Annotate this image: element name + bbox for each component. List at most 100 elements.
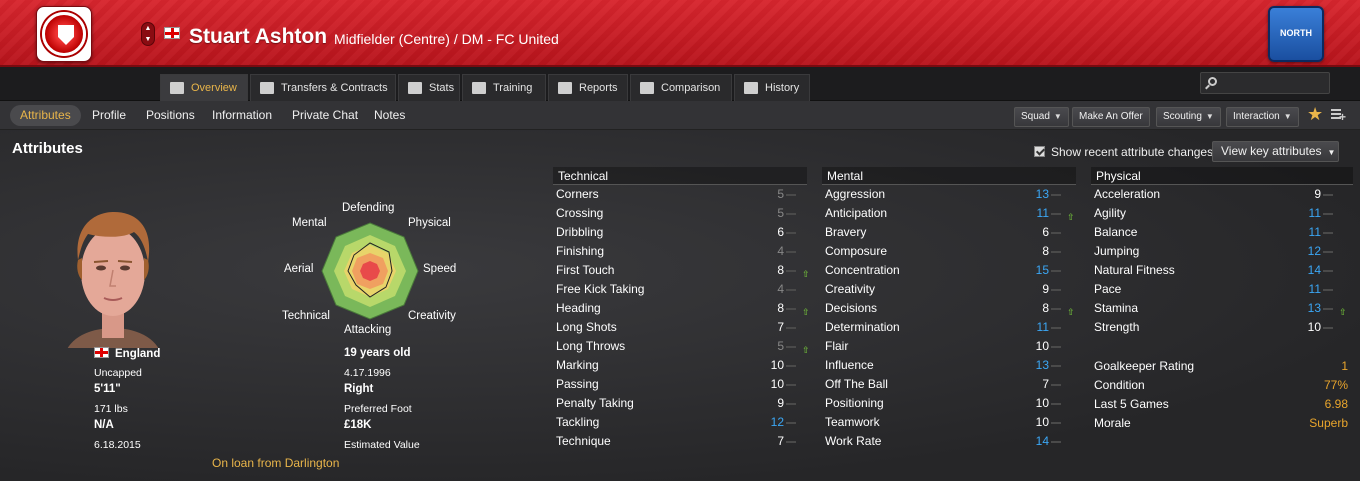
attribute-row[interactable]: Crossing 5 (553, 204, 807, 223)
tab-reports[interactable]: Reports (548, 74, 628, 101)
attribute-row[interactable]: Natural Fitness 14 (1091, 261, 1353, 280)
attribute-row[interactable]: Concentration 15 (822, 261, 1076, 280)
subnav-attributes[interactable]: Attributes (10, 105, 81, 126)
age: 19 years old (344, 347, 411, 359)
comparison-icon (640, 82, 654, 94)
tab-overview[interactable]: Overview (160, 74, 248, 101)
attribute-value: 7 (777, 434, 784, 448)
attribute-change-dash (786, 251, 796, 253)
attribute-value: 4 (777, 282, 784, 296)
attribute-row[interactable]: Free Kick Taking 4 (553, 280, 807, 299)
attribute-row[interactable]: Marking 10 (553, 356, 807, 375)
attribute-row[interactable]: First Touch 8 ⇧ (553, 261, 810, 280)
attribute-name: Long Shots (556, 320, 617, 334)
attribute-row[interactable]: Finishing 4 (553, 242, 807, 261)
tab-history[interactable]: History (734, 74, 810, 101)
make-offer-button[interactable]: Make An Offer (1072, 107, 1150, 127)
interaction-dropdown[interactable]: Interaction ▼ (1226, 107, 1299, 127)
player-switch-arrows[interactable]: ▲ ▼ (141, 22, 155, 46)
attribute-row[interactable]: Decisions 8 ⇧ (822, 299, 1076, 318)
attribute-value: 9 (1314, 187, 1321, 201)
league-badge-icon[interactable]: NORTH (1268, 6, 1324, 62)
up-arrow-icon[interactable]: ▲ (142, 23, 154, 34)
attribute-value: 11 (1308, 282, 1321, 296)
attribute-name: Corners (556, 187, 599, 201)
attribute-value: 7 (1042, 377, 1049, 391)
attribute-row[interactable]: Corners 5 (553, 185, 807, 204)
attribute-row[interactable]: Flair 10 (822, 337, 1076, 356)
attribute-row[interactable]: Work Rate 14 (822, 432, 1076, 451)
attribute-row[interactable]: Composure 8 (822, 242, 1076, 261)
attribute-row[interactable]: Passing 10 (553, 375, 807, 394)
tab-stats[interactable]: Stats (398, 74, 460, 101)
attribute-row[interactable]: Long Throws 5 ⇧ (553, 337, 810, 356)
player-position-club[interactable]: Midfielder (Centre) / DM - FC United (334, 31, 559, 47)
attribute-row[interactable]: Long Shots 7 (553, 318, 807, 337)
attribute-value: 12 (770, 415, 784, 429)
training-icon (472, 82, 486, 94)
attribute-row[interactable]: Last 5 Games 6.98 (1091, 395, 1353, 414)
attribute-row[interactable]: Influence 13 (822, 356, 1076, 375)
attribute-value: 6 (1042, 225, 1049, 239)
nationality[interactable]: England (94, 347, 160, 360)
subnav-profile[interactable]: Profile (82, 105, 136, 126)
tab-training[interactable]: Training (462, 74, 546, 101)
subnav-notes[interactable]: Notes (364, 105, 415, 126)
tab-comparison[interactable]: Comparison (630, 74, 732, 101)
attribute-name: Goalkeeper Rating (1094, 359, 1195, 373)
attribute-value: 13 (1035, 187, 1049, 201)
attribute-row[interactable]: Goalkeeper Rating 1 (1091, 357, 1353, 376)
club-badge-icon[interactable] (36, 6, 92, 62)
attribute-row[interactable]: Balance 11 (1091, 223, 1353, 242)
search-input[interactable] (1200, 72, 1330, 94)
attribute-change-dash (1323, 327, 1333, 329)
attribute-row[interactable]: Heading 8 ⇧ (553, 299, 810, 318)
attribute-row[interactable]: Off The Ball 7 (822, 375, 1076, 394)
attribute-row[interactable]: Acceleration 9 (1091, 185, 1353, 204)
attribute-name: Anticipation (825, 206, 888, 220)
checkbox-checked-icon[interactable] (1034, 146, 1045, 157)
attribute-change-dash (1323, 232, 1333, 234)
attribute-name: Creativity (825, 282, 876, 296)
scouting-dropdown[interactable]: Scouting ▼ (1156, 107, 1221, 127)
subnav-private-chat[interactable]: Private Chat (282, 105, 368, 126)
attribute-name: Teamwork (825, 415, 880, 429)
attribute-value: 14 (1035, 434, 1049, 448)
shortlist-star-icon[interactable]: ★ (1307, 104, 1323, 125)
attribute-row[interactable]: Determination 11 (822, 318, 1076, 337)
attribute-row[interactable]: Technique 7 (553, 432, 807, 451)
attribute-name: Marking (556, 358, 599, 372)
squad-dropdown[interactable]: Squad ▼ (1014, 107, 1069, 127)
attribute-row[interactable]: Creativity 9 (822, 280, 1076, 299)
subnav-information[interactable]: Information (202, 105, 282, 126)
attribute-row[interactable]: Aggression 13 (822, 185, 1076, 204)
attribute-change-dash (1051, 384, 1061, 386)
down-arrow-icon[interactable]: ▼ (142, 34, 154, 45)
attribute-row[interactable]: Dribbling 6 (553, 223, 807, 242)
attribute-row[interactable]: Teamwork 10 (822, 413, 1076, 432)
chevron-down-icon: ▼ (1327, 148, 1336, 157)
attribute-row[interactable]: Anticipation 11 ⇧ (822, 204, 1076, 223)
attribute-row[interactable]: Strength 10 (1091, 318, 1353, 337)
attribute-row[interactable]: Pace 11 (1091, 280, 1353, 299)
show-changes-checkbox[interactable]: Show recent attribute changes (1034, 145, 1213, 159)
attribute-change-dash (786, 289, 796, 291)
attribute-change-dash (1051, 327, 1061, 329)
attribute-row[interactable]: Stamina 13 ⇧ (1091, 299, 1353, 318)
attribute-name: Heading (556, 301, 601, 315)
view-key-attributes-dropdown[interactable]: View key attributes ▼ (1212, 141, 1339, 162)
attribute-row[interactable]: Agility 11 (1091, 204, 1353, 223)
attribute-row[interactable]: Penalty Taking 9 (553, 394, 807, 413)
scouting-label: Scouting (1163, 111, 1202, 122)
loan-status[interactable]: On loan from Darlington (212, 456, 339, 470)
attribute-change-dash (1323, 308, 1333, 310)
attribute-row[interactable]: Bravery 6 (822, 223, 1076, 242)
attribute-row[interactable]: Jumping 12 (1091, 242, 1353, 261)
attribute-row[interactable]: Tackling 12 (553, 413, 807, 432)
add-note-icon[interactable] (1331, 108, 1346, 122)
subnav-positions[interactable]: Positions (136, 105, 205, 126)
attribute-row[interactable]: Condition 77% (1091, 376, 1353, 395)
attribute-row[interactable]: Morale Superb (1091, 414, 1353, 433)
tab-transfers-contracts[interactable]: Transfers & Contracts (250, 74, 396, 101)
attribute-row[interactable]: Positioning 10 (822, 394, 1076, 413)
